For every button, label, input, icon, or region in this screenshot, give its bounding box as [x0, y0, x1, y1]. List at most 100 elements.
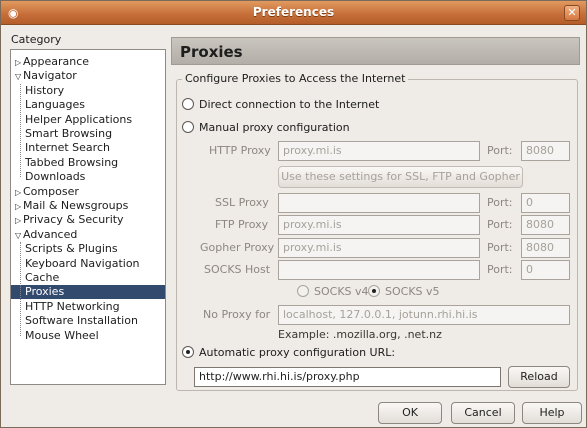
- preferences-window: ◉ Preferences ✕ Category ▷ Appearance ▽ Nav…: [0, 0, 587, 428]
- socks-v5-label: SOCKS v5: [385, 285, 440, 298]
- socks-v5-option[interactable]: SOCKS v5: [368, 284, 440, 300]
- http-proxy-input[interactable]: proxy.mi.is: [278, 141, 480, 161]
- collapsed-arrow-icon[interactable]: ▷: [15, 214, 23, 228]
- category-item[interactable]: Mouse Wheel: [11, 329, 165, 343]
- http-port-input[interactable]: 8080: [521, 141, 570, 161]
- tree-connector-line: [20, 83, 21, 178]
- category-item-label: Cache: [25, 271, 60, 284]
- socks-port-label: Port:: [487, 263, 513, 276]
- category-item-label: Helper Applications: [25, 112, 133, 126]
- category-item-label: Appearance: [23, 55, 90, 68]
- collapsed-arrow-icon[interactable]: ▷: [15, 56, 23, 70]
- category-item[interactable]: Scripts & Plugins: [11, 242, 165, 256]
- ftp-port-input[interactable]: 8080: [521, 215, 570, 235]
- auto-proxy-option[interactable]: Automatic proxy configuration URL:: [182, 345, 395, 361]
- auto-proxy-label: Automatic proxy configuration URL:: [199, 346, 396, 359]
- no-proxy-example: Example: .mozilla.org, .net.nz: [278, 328, 442, 341]
- help-button[interactable]: Help: [522, 402, 582, 424]
- auto-proxy-url-input[interactable]: http://www.rhi.hi.is/proxy.php: [194, 367, 501, 387]
- gopher-port-input[interactable]: 8080: [521, 238, 570, 258]
- ssl-port-label: Port:: [487, 196, 513, 209]
- proxy-group-label: Configure Proxies to Access the Internet: [182, 72, 409, 85]
- category-item[interactable]: ▷ Privacy & Security: [11, 213, 165, 227]
- gopher-port-label: Port:: [487, 241, 513, 254]
- expanded-arrow-icon[interactable]: ▽: [15, 70, 23, 84]
- category-item-label: Software Installation: [25, 314, 138, 328]
- category-item[interactable]: Internet Search: [11, 141, 165, 155]
- gopher-proxy-input[interactable]: proxy.mi.is: [278, 238, 480, 258]
- category-item-label: Languages: [25, 98, 86, 112]
- category-item[interactable]: ▷ Mail & Newsgroups: [11, 199, 165, 213]
- socks-v4-option[interactable]: SOCKS v4: [297, 284, 369, 300]
- manual-proxy-radio[interactable]: [182, 121, 194, 133]
- category-item-label: History: [25, 83, 65, 97]
- direct-connection-option[interactable]: Direct connection to the Internet: [182, 97, 379, 113]
- category-item-label: Advanced: [23, 227, 78, 241]
- category-item-label: Mail & Newsgroups: [23, 199, 129, 212]
- category-item-label: HTTP Networking: [25, 299, 120, 313]
- window-title: Preferences: [252, 5, 335, 19]
- no-proxy-input[interactable]: localhost, 127.0.0.1, jotunn.rhi.hi.is: [278, 305, 570, 325]
- expanded-arrow-icon[interactable]: ▽: [15, 229, 23, 243]
- socks-v5-radio[interactable]: [368, 285, 380, 297]
- panel-title: Proxies: [171, 37, 580, 65]
- direct-connection-radio[interactable]: [182, 98, 194, 110]
- category-tree[interactable]: ▷ Appearance ▽ Navigator History Languages Hel…: [10, 49, 166, 385]
- category-item[interactable]: History: [11, 84, 165, 98]
- title-bar: ◉ Preferences ✕: [1, 1, 586, 25]
- category-item[interactable]: Downloads: [11, 170, 165, 184]
- gopher-proxy-label: Gopher Proxy: [200, 241, 275, 254]
- manual-proxy-option[interactable]: Manual proxy configuration: [182, 120, 350, 136]
- ftp-port-label: Port:: [487, 218, 513, 231]
- ssl-proxy-input[interactable]: [278, 193, 480, 213]
- no-proxy-label: No Proxy for: [203, 308, 271, 321]
- category-item[interactable]: Helper Applications: [11, 113, 165, 127]
- ftp-proxy-label: FTP Proxy: [215, 218, 269, 231]
- category-item[interactable]: Languages: [11, 98, 165, 112]
- http-proxy-label: HTTP Proxy: [209, 144, 271, 157]
- category-item-label: Scripts & Plugins: [25, 242, 118, 256]
- reload-button[interactable]: Reload: [508, 366, 570, 388]
- category-item[interactable]: ▷ Composer: [11, 185, 165, 199]
- manual-proxy-label: Manual proxy configuration: [199, 121, 350, 134]
- ssl-proxy-label: SSL Proxy: [215, 196, 269, 209]
- category-item[interactable]: ▽ Navigator: [11, 69, 165, 83]
- use-same-settings-button[interactable]: Use these settings for SSL, FTP and Goph…: [278, 166, 523, 188]
- ssl-port-input[interactable]: 0: [521, 193, 570, 213]
- category-item-label: Proxies: [25, 285, 65, 299]
- category-item-label: Downloads: [25, 170, 86, 184]
- http-port-label: Port:: [487, 144, 513, 157]
- category-item[interactable]: HTTP Networking: [11, 300, 165, 314]
- socks-host-label: SOCKS Host: [204, 263, 271, 276]
- category-item[interactable]: Software Installation: [11, 314, 165, 328]
- ftp-proxy-input[interactable]: proxy.mi.is: [278, 215, 480, 235]
- category-item-label: Navigator: [23, 69, 77, 83]
- socks-port-input[interactable]: 0: [521, 260, 570, 280]
- collapsed-arrow-icon[interactable]: ▷: [15, 200, 23, 214]
- close-button[interactable]: ✕: [564, 5, 580, 21]
- direct-connection-label: Direct connection to the Internet: [199, 98, 380, 111]
- cancel-button[interactable]: Cancel: [451, 402, 515, 424]
- socks-v4-label: SOCKS v4: [314, 285, 369, 298]
- category-item-label: Keyboard Navigation: [25, 256, 140, 270]
- ok-button[interactable]: OK: [378, 402, 442, 424]
- category-item[interactable]: Proxies: [11, 285, 165, 300]
- socks-v4-radio[interactable]: [297, 285, 309, 297]
- category-item-label: Internet Search: [25, 141, 110, 155]
- category-item-label: Tabbed Browsing: [25, 155, 119, 169]
- category-item[interactable]: Keyboard Navigation: [11, 257, 165, 271]
- close-icon: ✕: [567, 6, 577, 19]
- socks-host-input[interactable]: [278, 260, 480, 280]
- tree-connector-line: [20, 242, 21, 336]
- category-item[interactable]: Cache: [11, 271, 165, 285]
- category-item-label: Composer: [23, 184, 79, 198]
- category-item-label: Privacy & Security: [23, 213, 124, 227]
- collapsed-arrow-icon[interactable]: ▷: [15, 186, 23, 200]
- category-item-label: Smart Browsing: [25, 127, 113, 140]
- category-item[interactable]: ▷ Appearance: [11, 55, 165, 69]
- category-item[interactable]: Tabbed Browsing: [11, 156, 165, 170]
- category-item[interactable]: Smart Browsing: [11, 127, 165, 141]
- category-item[interactable]: ▽ Advanced: [11, 228, 165, 242]
- category-item-label: Mouse Wheel: [25, 328, 99, 342]
- auto-proxy-radio[interactable]: [182, 346, 194, 358]
